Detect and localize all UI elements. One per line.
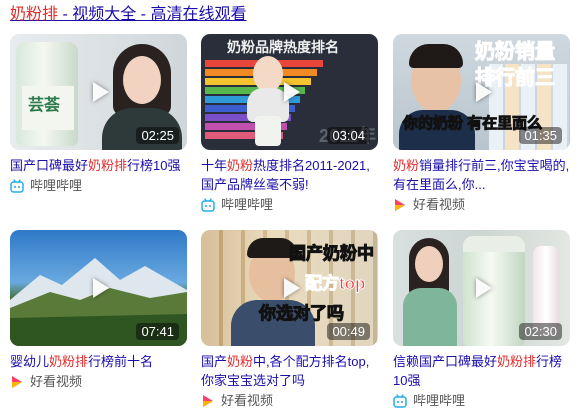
video-source: 哔哩哔哩 (393, 392, 570, 410)
product-can-lid (463, 236, 525, 252)
video-duration: 02:30 (519, 323, 562, 340)
video-source: 哔哩哔哩 (201, 196, 378, 214)
video-title[interactable]: 国产奶粉中,各个配方排名top,你家宝宝选对了吗 (201, 352, 378, 390)
thumbnail-caption: 国产奶粉中 (289, 244, 375, 264)
video-duration: 01:35 (519, 127, 562, 144)
source-name: 哔哩哔哩 (221, 197, 274, 212)
title-text: 国产口碑最好 (10, 158, 89, 173)
video-title[interactable]: 奶粉销量排行前三,你宝宝喝的,有在里面么,你... (393, 156, 570, 194)
thumbnail-caption: 你选对了吗 (259, 304, 345, 324)
video-card[interactable]: 07:41 婴幼儿奶粉排行榜前十名 好看视频 (10, 230, 187, 391)
presenter-face (123, 56, 161, 104)
bilibili-icon (201, 198, 215, 212)
source-name: 哔哩哔哩 (413, 393, 466, 408)
video-duration: 02:25 (136, 127, 179, 144)
title-keyword: 奶粉排 (497, 354, 537, 369)
video-source: 好看视频 (393, 196, 570, 214)
video-card[interactable]: 02:30 信赖国产口碑最好奶粉排行榜10强 哔哩哔哩 (393, 230, 570, 410)
thumbnail-caption: 配方top (304, 274, 366, 294)
video-card[interactable]: 国产奶粉中 配方top 你选对了吗 00:49 国产奶粉中,各个配方排名top,… (201, 230, 378, 410)
header-title: - 视频大全 - 高清在线观看 (58, 6, 247, 23)
source-name: 好看视频 (413, 197, 466, 212)
presenter-hair (409, 44, 463, 68)
haokan-icon (12, 376, 22, 388)
video-duration: 00:49 (327, 323, 370, 340)
video-source: 哔哩哔哩 (10, 177, 187, 195)
title-text: 销量排行前三,你宝宝喝的,有在里面么,你... (393, 158, 570, 192)
play-icon (283, 82, 300, 102)
product-can-image (463, 236, 525, 346)
bilibili-icon (10, 179, 24, 193)
video-thumbnail[interactable]: 国产奶粉中 配方top 你选对了吗 00:49 (201, 230, 378, 346)
thumbnail-caption: 奶粉销量 (475, 41, 556, 64)
play-icon (475, 82, 492, 102)
baby-figure (253, 56, 283, 92)
haokan-icon (395, 199, 405, 211)
title-text: 婴幼儿 (10, 354, 50, 369)
source-name: 好看视频 (30, 374, 83, 389)
bilibili-icon (393, 394, 407, 408)
source-name: 哔哩哔哩 (30, 178, 83, 193)
presenter-face (415, 246, 443, 282)
video-thumbnail[interactable]: 奶粉品牌热度排名 2011年 03:04 (201, 34, 378, 150)
video-thumbnail[interactable]: 芸荟 02:25 (10, 34, 187, 150)
title-keyword: 奶粉排 (49, 354, 89, 369)
title-keyword: 奶粉排 (88, 158, 128, 173)
video-thumbnail[interactable]: 02:30 (393, 230, 570, 346)
video-thumbnail[interactable]: 奶粉销量 排行前三 你的奶粉 有在里面么 01:35 (393, 34, 570, 150)
video-source: 好看视频 (10, 373, 187, 391)
title-text: 信赖国产口碑最好 (393, 354, 498, 369)
title-text: 十年 (201, 158, 228, 173)
play-icon (92, 278, 109, 298)
results-header-link[interactable]: 奶粉排 - 视频大全 - 高清在线观看 (10, 4, 246, 26)
video-title[interactable]: 婴幼儿奶粉排行榜前十名 (10, 352, 187, 371)
video-source: 好看视频 (201, 392, 378, 410)
play-icon (283, 278, 300, 298)
title-keyword: 奶粉 (227, 158, 254, 173)
video-card[interactable]: 奶粉品牌热度排名 2011年 03:04 十年奶粉热度排名2011-2021,国… (201, 34, 378, 214)
video-thumbnail[interactable]: 07:41 (10, 230, 187, 346)
video-duration: 07:41 (136, 323, 179, 340)
thumbnail-caption: 奶粉品牌热度排名 (227, 39, 339, 55)
play-icon (92, 82, 109, 102)
title-text: 行榜前十名 (88, 354, 154, 369)
video-title[interactable]: 国产口碑最好奶粉排行榜10强 (10, 156, 187, 175)
video-title[interactable]: 信赖国产口碑最好奶粉排行榜10强 (393, 352, 570, 390)
haokan-icon (203, 395, 213, 407)
video-title[interactable]: 十年奶粉热度排名2011-2021,国产品牌丝毫不弱! (201, 156, 378, 194)
title-keyword: 奶粉 (227, 354, 254, 369)
video-card[interactable]: 奶粉销量 排行前三 你的奶粉 有在里面么 01:35 奶粉销量排行前三,你宝宝喝… (393, 34, 570, 214)
play-icon (475, 278, 492, 298)
title-text: 行榜10强 (127, 158, 181, 173)
header-keyword: 奶粉排 (10, 6, 59, 23)
thumbnail-caption: 芸荟 (28, 97, 61, 114)
presenter-body (403, 288, 457, 346)
title-text: 国产 (201, 354, 228, 369)
source-name: 好看视频 (221, 393, 274, 408)
can-image (255, 116, 281, 146)
video-duration: 03:04 (327, 127, 370, 144)
video-card[interactable]: 芸荟 02:25 国产口碑最好奶粉排行榜10强 哔哩哔哩 (10, 34, 187, 195)
title-keyword: 奶粉 (393, 158, 420, 173)
